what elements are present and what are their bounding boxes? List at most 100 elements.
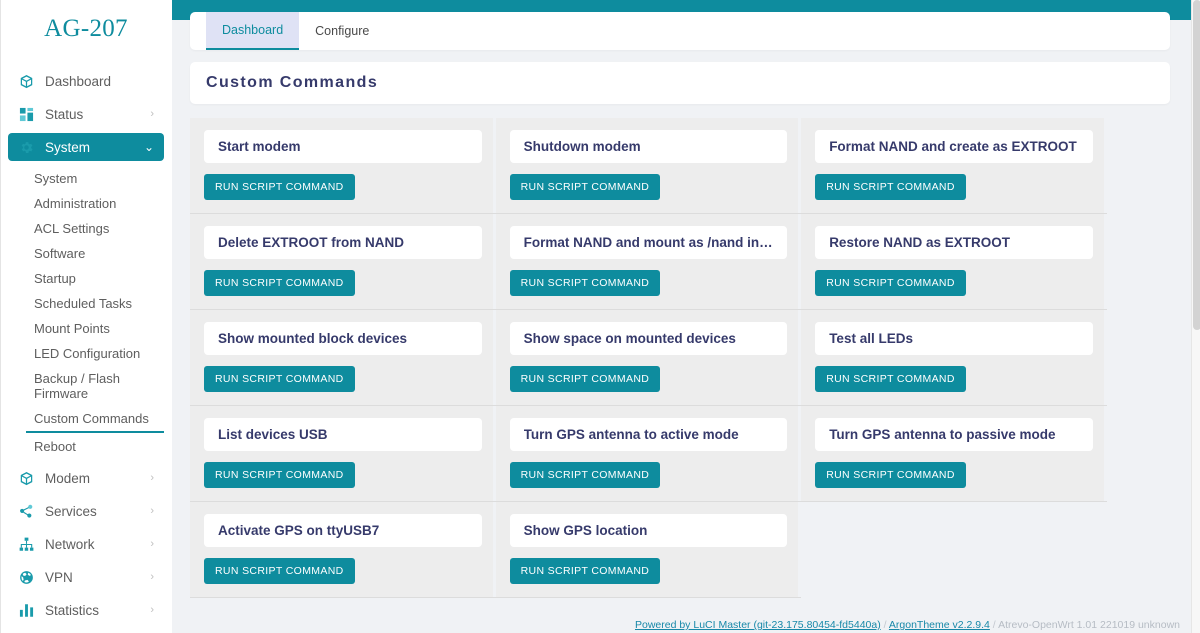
sidebar-item-label: Dashboard	[45, 73, 112, 89]
sidebar-item-status[interactable]: Status ›	[8, 100, 164, 128]
globe-icon	[18, 569, 35, 586]
run-script-command-button[interactable]: RUN SCRIPT COMMAND	[509, 270, 661, 296]
vertical-scrollbar[interactable]	[1191, 0, 1200, 633]
command-card: Restore NAND as EXTROOT RUN SCRIPT COMMAN…	[801, 214, 1107, 310]
sidebar-item-statistics[interactable]: Statistics ›	[8, 596, 164, 624]
main-content: Dashboard Configure Custom Commands Start…	[172, 0, 1200, 633]
sidebar-subitem-led-configuration[interactable]: LED Configuration	[26, 341, 164, 366]
run-script-command-button[interactable]: RUN SCRIPT COMMAND	[815, 270, 966, 296]
run-script-command-button[interactable]: RUN SCRIPT COMMAND	[204, 462, 355, 488]
cube-icon	[18, 73, 35, 90]
sidebar-item-system[interactable]: System ⌄	[8, 133, 164, 161]
command-card: Show mounted block devices RUN SCRIPT COM…	[190, 310, 496, 406]
command-name-text: Show GPS location	[523, 523, 648, 538]
run-script-command-button[interactable]: RUN SCRIPT COMMAND	[204, 558, 355, 584]
run-script-command-button[interactable]: RUN SCRIPT COMMAND	[509, 366, 661, 392]
sidebar-subitem-reboot[interactable]: Reboot	[26, 434, 164, 459]
command-card: Format NAND and mount as /nand in r… RUN …	[495, 214, 802, 310]
command-name-field[interactable]: Restore NAND as EXTROOT	[815, 226, 1093, 259]
command-name-field[interactable]: Format NAND and create as EXTROOT	[815, 130, 1093, 163]
footer-luci-link[interactable]: Powered by LuCI Master (git-23.175.80454…	[635, 619, 881, 631]
command-card: Turn GPS antenna to passive mode RUN SCRI…	[801, 406, 1107, 502]
command-name-text: Activate GPS on ttyUSB7	[218, 523, 380, 538]
grid-spacer	[801, 502, 1107, 598]
command-name-field[interactable]: Show space on mounted devices	[509, 322, 788, 355]
command-name-field[interactable]: Show mounted block devices	[204, 322, 482, 355]
run-script-command-button[interactable]: RUN SCRIPT COMMAND	[509, 462, 661, 488]
footer-firmware-version: Atrevo-OpenWrt 1.01 221019 unknown	[998, 619, 1180, 631]
command-card: Activate GPS on ttyUSB7 RUN SCRIPT COMMAN…	[190, 502, 496, 598]
run-script-command-button[interactable]: RUN SCRIPT COMMAND	[204, 174, 355, 200]
command-name-field[interactable]: Show GPS location	[509, 514, 788, 547]
command-name-field[interactable]: Turn GPS antenna to active mode	[509, 418, 788, 451]
sidebar-divider	[0, 0, 1, 633]
run-script-command-button[interactable]: RUN SCRIPT COMMAND	[509, 558, 661, 584]
sidebar-item-logout[interactable]: Logout	[8, 629, 164, 633]
sidebar: AG-207 Dashboard Status › System ⌄ System Admi…	[0, 0, 172, 633]
command-name-field[interactable]: Start modem	[204, 130, 482, 163]
sidebar-subitem-software[interactable]: Software	[26, 241, 164, 266]
footer: Powered by LuCI Master (git-23.175.80454…	[635, 619, 1180, 631]
command-name-field[interactable]: Format NAND and mount as /nand in r…	[509, 226, 788, 259]
chevron-right-icon: ›	[150, 107, 154, 120]
scrollbar-thumb[interactable]	[1193, 0, 1200, 330]
sidebar-subitem-system[interactable]: System	[26, 166, 164, 191]
page-header: Custom Commands	[190, 62, 1170, 104]
command-card: Turn GPS antenna to active mode RUN SCRIP…	[495, 406, 802, 502]
command-name-text: Test all LEDs	[829, 331, 913, 346]
footer-separator-1: /	[880, 619, 889, 631]
sidebar-subitem-custom-commands[interactable]: Custom Commands	[26, 406, 164, 433]
command-name-text: Format NAND and create as EXTROOT	[829, 139, 1077, 154]
command-name-text: List devices USB	[218, 427, 328, 442]
sitemap-icon	[18, 536, 35, 553]
command-card: Show GPS location RUN SCRIPT COMMAND	[495, 502, 802, 598]
command-name-text: Shutdown modem	[523, 139, 641, 154]
sidebar-item-label: Status	[45, 106, 84, 122]
command-name-field[interactable]: Test all LEDs	[815, 322, 1093, 355]
sidebar-subitem-startup[interactable]: Startup	[26, 266, 164, 291]
command-name-field[interactable]: List devices USB	[204, 418, 482, 451]
sidebar-nav: Dashboard Status › System ⌄ System Administrat…	[0, 58, 172, 633]
tab-dashboard[interactable]: Dashboard	[206, 12, 300, 50]
bar-chart-icon	[18, 602, 35, 619]
command-name-field[interactable]: Turn GPS antenna to passive mode	[815, 418, 1093, 451]
sidebar-subitem-acl-settings[interactable]: ACL Settings	[26, 216, 164, 241]
command-name-field[interactable]: Delete EXTROOT from NAND	[204, 226, 482, 259]
command-card: Shutdown modem RUN SCRIPT COMMAND	[495, 118, 802, 214]
run-script-command-button[interactable]: RUN SCRIPT COMMAND	[509, 174, 661, 200]
sidebar-item-label: Network	[45, 536, 95, 552]
command-name-text: Format NAND and mount as /nand in r…	[523, 235, 774, 250]
command-card: Delete EXTROOT from NAND RUN SCRIPT COMMA…	[190, 214, 496, 310]
sidebar-item-modem[interactable]: Modem ›	[8, 464, 164, 492]
run-script-command-button[interactable]: RUN SCRIPT COMMAND	[815, 366, 966, 392]
command-card: Show space on mounted devices RUN SCRIPT …	[495, 310, 802, 406]
run-script-command-button[interactable]: RUN SCRIPT COMMAND	[815, 174, 966, 200]
sidebar-item-label: Services	[45, 503, 97, 519]
command-name-field[interactable]: Activate GPS on ttyUSB7	[204, 514, 482, 547]
command-card: List devices USB RUN SCRIPT COMMAND	[190, 406, 496, 502]
command-name-field[interactable]: Shutdown modem	[509, 130, 788, 163]
sidebar-item-services[interactable]: Services ›	[8, 497, 164, 525]
footer-theme-link[interactable]: ArgonTheme v2.2.9.4	[889, 619, 990, 631]
chevron-right-icon: ›	[150, 537, 154, 550]
run-script-command-button[interactable]: RUN SCRIPT COMMAND	[815, 462, 966, 488]
sidebar-subitem-scheduled-tasks[interactable]: Scheduled Tasks	[26, 291, 164, 316]
tab-configure[interactable]: Configure	[299, 12, 385, 50]
sidebar-subitem-administration[interactable]: Administration	[26, 191, 164, 216]
sidebar-item-vpn[interactable]: VPN ›	[8, 563, 164, 591]
command-card: Start modem RUN SCRIPT COMMAND	[190, 118, 496, 214]
sidebar-item-dashboard[interactable]: Dashboard	[8, 67, 164, 95]
command-name-text: Start modem	[218, 139, 301, 154]
run-script-command-button[interactable]: RUN SCRIPT COMMAND	[204, 366, 355, 392]
chevron-right-icon: ›	[150, 504, 154, 517]
sidebar-item-label: VPN	[45, 569, 73, 585]
sidebar-item-network[interactable]: Network ›	[8, 530, 164, 558]
sidebar-item-label: Modem	[45, 470, 91, 486]
luci-app-window: AG-207 Dashboard Status › System ⌄ System Admi…	[0, 0, 1200, 633]
chevron-right-icon: ›	[150, 570, 154, 583]
command-name-text: Turn GPS antenna to active mode	[523, 427, 739, 442]
run-script-command-button[interactable]: RUN SCRIPT COMMAND	[204, 270, 355, 296]
grid-icon	[18, 106, 35, 123]
sidebar-subitem-mount-points[interactable]: Mount Points	[26, 316, 164, 341]
sidebar-subitem-backup-flash-firmware[interactable]: Backup / Flash Firmware	[26, 366, 164, 406]
